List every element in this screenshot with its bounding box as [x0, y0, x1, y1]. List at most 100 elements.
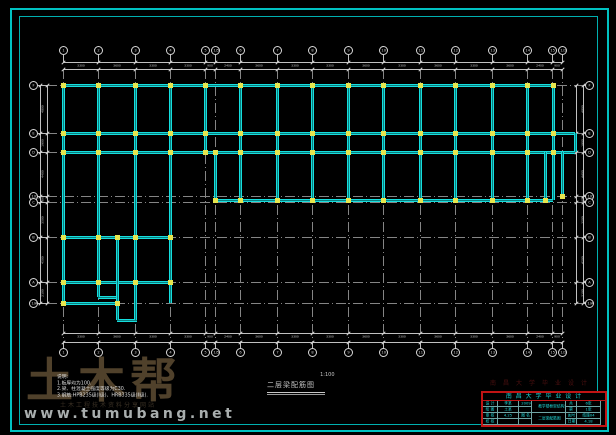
tb-spacer: [519, 419, 532, 425]
dimension-text: 2400: [222, 64, 233, 67]
column-marker: [168, 150, 173, 155]
axis-bubble: A: [585, 278, 594, 287]
axis-bubble: 10: [379, 46, 388, 55]
column-marker: [203, 150, 208, 155]
column-marker: [490, 131, 495, 136]
title-block: 南 昌 大 学 毕 业 设 计 设 计 李某 2009 教学楼框架结构设计 共 …: [481, 391, 607, 427]
axis-bubble: 1/15: [558, 348, 567, 357]
column-marker: [525, 131, 530, 136]
dimension-text: 3600: [253, 336, 264, 339]
column-marker: [543, 198, 548, 203]
axis-bubble: D: [585, 148, 594, 157]
axis-bubble: 1: [59, 46, 68, 55]
column-marker: [381, 83, 386, 88]
beam: [214, 152, 217, 200]
column-marker: [275, 150, 280, 155]
drawing-scale: 1:100: [320, 372, 334, 378]
column-marker: [96, 150, 101, 155]
axis-bubble: 11: [416, 348, 425, 357]
dimension-text: 3600: [432, 336, 443, 339]
column-marker: [310, 131, 315, 136]
axis-bubble: 13: [488, 348, 497, 357]
note-line: 3.钢筋:HPB235级(Ⅰ级)、HRB335级(Ⅱ级).: [57, 392, 217, 398]
axis-bubble: 15: [548, 46, 557, 55]
column-marker: [346, 198, 351, 203]
dimension-text: 3300: [75, 64, 86, 67]
dimension-text: 3300: [396, 336, 407, 339]
column-marker: [310, 198, 315, 203]
column-marker: [453, 131, 458, 136]
axis-bubble: B: [29, 233, 38, 242]
column-marker: [61, 235, 66, 240]
axis-bubble: 9: [344, 46, 353, 55]
column-marker: [133, 235, 138, 240]
column-marker: [453, 198, 458, 203]
axis-bubble: 7: [273, 348, 282, 357]
title-underline-2: [267, 394, 325, 395]
axis-bubble: A: [29, 278, 38, 287]
tb-sheet-name: 二层梁配筋图: [532, 413, 566, 425]
column-marker: [61, 150, 66, 155]
dimension-text: 4500: [582, 254, 585, 265]
dimension-text: 3300: [289, 336, 300, 339]
title-block-body: 设 计 李某 2009 教学楼框架结构设计 共 6张 绘 图 王某 第 1张 审…: [483, 401, 605, 425]
column-marker: [115, 301, 120, 306]
dimension-text: 3300: [147, 336, 158, 339]
column-marker: [203, 83, 208, 88]
column-marker: [96, 280, 101, 285]
column-marker: [133, 131, 138, 136]
column-marker: [418, 131, 423, 136]
column-marker: [238, 131, 243, 136]
dimension-text: 2100: [42, 287, 45, 298]
tb-label: 校 核: [483, 419, 498, 425]
dimension-text: 3300: [396, 64, 407, 67]
beam: [63, 302, 119, 305]
column-marker: [168, 131, 173, 136]
column-marker: [168, 83, 173, 88]
column-marker: [418, 198, 423, 203]
column-marker: [310, 83, 315, 88]
column-marker: [133, 83, 138, 88]
beam: [574, 133, 577, 152]
dimension-text: 3300: [468, 64, 479, 67]
dimension-text: 3600: [504, 336, 515, 339]
dimension-text: 2400: [222, 336, 233, 339]
dimension-text: 3300: [325, 336, 336, 339]
dimension-text: 3300: [325, 64, 336, 67]
grid-line-horizontal: [47, 202, 584, 203]
beam: [98, 296, 117, 299]
column-marker: [346, 131, 351, 136]
column-marker: [133, 150, 138, 155]
beam: [561, 152, 564, 196]
axis-bubble: F: [29, 81, 38, 90]
grid-line-vertical: [562, 69, 563, 350]
axis-bubble: C: [29, 198, 38, 207]
column-marker: [525, 198, 530, 203]
column-marker: [61, 83, 66, 88]
axis-bubble: 14: [523, 46, 532, 55]
column-marker: [453, 83, 458, 88]
dimension-text: 2400: [534, 64, 545, 67]
dimension-text: 3300: [182, 336, 193, 339]
column-marker: [96, 83, 101, 88]
column-marker: [61, 131, 66, 136]
dimension-text: 900: [205, 336, 216, 339]
dimension-text: 1900: [582, 137, 585, 148]
column-marker: [381, 198, 386, 203]
dimension-text: 4500: [42, 254, 45, 265]
dimension-text: 3500: [582, 214, 585, 225]
dimension-text: 2100: [582, 287, 585, 298]
column-marker: [61, 280, 66, 285]
axis-bubble: 12: [451, 348, 460, 357]
axis-bubble: 10: [379, 348, 388, 357]
axis-bubble: B: [585, 233, 594, 242]
column-marker: [96, 131, 101, 136]
axis-bubble: 5: [201, 46, 210, 55]
axis-bubble: 6: [236, 46, 245, 55]
column-marker: [551, 150, 556, 155]
axis-bubble: 1/A: [585, 299, 594, 308]
dimension-text: 3600: [111, 64, 122, 67]
dimension-text: 3600: [360, 336, 371, 339]
column-marker: [213, 198, 218, 203]
drawing-title: 二层梁配筋图 1:100: [267, 372, 335, 395]
